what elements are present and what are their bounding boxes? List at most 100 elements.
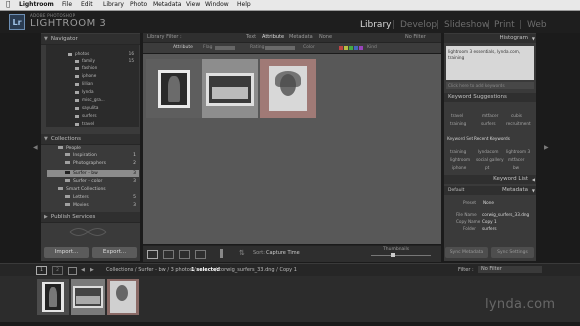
- folder-item[interactable]: lillian: [75, 80, 134, 87]
- folder-item[interactable]: iphone: [75, 72, 134, 79]
- right-panel-toggle-icon[interactable]: ▶: [544, 144, 549, 151]
- rating-stars[interactable]: [265, 46, 295, 50]
- module-web[interactable]: Web: [527, 20, 547, 30]
- sync-metadata-button[interactable]: Sync Metadata: [445, 247, 488, 258]
- apple-menu-icon[interactable]: : [6, 0, 10, 8]
- forward-arrow-icon[interactable]: ▶: [90, 264, 94, 276]
- filter-tab-none[interactable]: None: [319, 33, 332, 42]
- recent-keyword[interactable]: iphone: [452, 165, 466, 170]
- filter-tab-metadata[interactable]: Metadata: [289, 33, 313, 42]
- meta-value[interactable]: Copy 1: [482, 219, 497, 224]
- filmstrip-thumb[interactable]: [71, 279, 105, 315]
- folder-item[interactable]: photos 16: [68, 50, 134, 57]
- keyword-suggestion[interactable]: cubis: [511, 113, 522, 118]
- keyword-set-select[interactable]: Recent Keywords: [474, 136, 510, 141]
- loupe-view-icon[interactable]: [163, 250, 174, 259]
- module-develop[interactable]: Develop: [400, 20, 437, 30]
- main-window-button[interactable]: 1: [36, 266, 47, 275]
- folder-item[interactable]: surfers: [75, 112, 134, 119]
- folder-item[interactable]: sayulita: [75, 104, 134, 111]
- slider-thumb[interactable]: [391, 253, 395, 257]
- recent-keyword[interactable]: training: [450, 149, 466, 154]
- filter-tab-attribute[interactable]: Attribute: [262, 33, 284, 42]
- filmstrip-thumb[interactable]: [37, 279, 69, 315]
- export-button[interactable]: Export...: [92, 247, 137, 258]
- publish-services-header[interactable]: ▶ Publish Services: [41, 212, 140, 223]
- keyword-suggestion[interactable]: travel: [451, 113, 463, 118]
- collection-item[interactable]: Letters 5: [65, 194, 136, 201]
- collection-item[interactable]: Movies 3: [65, 202, 136, 209]
- color-label-yellow[interactable]: [344, 46, 348, 50]
- photo-thumbnail[interactable]: [158, 70, 190, 108]
- folder-item[interactable]: misc_gra...: [75, 96, 134, 103]
- filmstrip-thumb-selected[interactable]: [107, 279, 139, 315]
- recent-keyword[interactable]: lyndacom: [478, 149, 498, 154]
- menu-help[interactable]: Help: [237, 1, 251, 8]
- meta-value[interactable]: corwig_surfers_33.dng: [482, 212, 529, 217]
- keyword-suggestions-header[interactable]: Keyword Suggestions: [444, 93, 536, 102]
- recent-keyword[interactable]: lightroom: [450, 157, 470, 162]
- collection-item[interactable]: Inspiration 1: [65, 152, 136, 159]
- histogram-header[interactable]: Histogram ▼: [444, 34, 536, 43]
- grid-cell[interactable]: [146, 59, 202, 118]
- grid-view-icon[interactable]: [68, 267, 77, 275]
- collection-item[interactable]: Surfer - color 3: [65, 178, 136, 185]
- compare-view-icon[interactable]: [179, 250, 190, 259]
- flag-icons[interactable]: [215, 46, 235, 50]
- keyword-suggestion[interactable]: mtfacer: [482, 113, 498, 118]
- color-label-red[interactable]: [339, 46, 343, 50]
- back-arrow-icon[interactable]: ◀: [81, 264, 85, 276]
- photo-thumbnail[interactable]: [206, 73, 254, 106]
- collection-item[interactable]: Photographers 2: [65, 160, 136, 167]
- color-label-purple[interactable]: [359, 46, 363, 50]
- menu-library[interactable]: Library: [103, 1, 124, 8]
- metadata-preset-default[interactable]: Default: [448, 186, 464, 195]
- menu-lightroom[interactable]: Lightroom: [19, 1, 54, 8]
- recent-keyword[interactable]: lightroom 3: [506, 149, 530, 154]
- import-button[interactable]: Import...: [44, 247, 89, 258]
- sync-settings-button[interactable]: Sync Settings: [491, 247, 534, 258]
- left-panel-toggle-icon[interactable]: ◀: [33, 144, 38, 151]
- color-label-blue[interactable]: [354, 46, 358, 50]
- folder-item[interactable]: fashion: [75, 64, 134, 71]
- filter-preset-select[interactable]: No Filter: [405, 33, 426, 42]
- keyword-suggestion[interactable]: training: [450, 121, 466, 126]
- keyword-suggestion[interactable]: recruitment: [506, 121, 531, 126]
- thumbnail-size-slider[interactable]: [371, 255, 431, 256]
- photo-thumbnail[interactable]: [269, 66, 307, 111]
- color-label-green[interactable]: [349, 46, 353, 50]
- sort-direction-icon[interactable]: ⇅: [239, 249, 245, 257]
- keyword-suggestion[interactable]: surfers: [481, 121, 496, 126]
- module-print[interactable]: Print: [494, 20, 515, 30]
- menu-file[interactable]: File: [62, 1, 72, 8]
- menu-metadata[interactable]: Metadata: [153, 1, 181, 8]
- menu-photo[interactable]: Photo: [130, 1, 147, 8]
- survey-view-icon[interactable]: [195, 250, 206, 259]
- module-library[interactable]: Library: [360, 20, 391, 30]
- recent-keyword[interactable]: bw: [513, 165, 519, 170]
- collections-header[interactable]: ▼ Collections: [41, 134, 140, 145]
- sort-select[interactable]: Capture Time: [266, 250, 300, 256]
- recent-keyword[interactable]: pt: [485, 165, 489, 170]
- secondary-window-button[interactable]: 2: [52, 266, 63, 275]
- folder-item[interactable]: family 15: [75, 57, 134, 64]
- filmstrip-filter-select[interactable]: No Filter: [478, 266, 542, 273]
- collection-item[interactable]: Smart Collections: [58, 186, 136, 193]
- folder-item[interactable]: travel: [75, 120, 134, 127]
- filmstrip-path[interactable]: Collections / Surfer - bw / 3 photos /: [106, 264, 196, 276]
- collection-item[interactable]: People: [58, 145, 136, 152]
- menu-view[interactable]: View: [186, 1, 200, 8]
- preset-select[interactable]: None: [483, 200, 494, 205]
- menu-window[interactable]: Window: [205, 1, 229, 8]
- filter-tab-text[interactable]: Text: [246, 33, 256, 42]
- keyword-list-header[interactable]: Keyword List ◀: [444, 175, 536, 184]
- navigator-header[interactable]: ▼ Navigator: [41, 34, 140, 45]
- metadata-header[interactable]: Default Metadata ▼: [444, 186, 536, 195]
- collection-item-selected[interactable]: Surfer - bw 3: [65, 170, 136, 177]
- spray-can-icon[interactable]: [220, 249, 223, 258]
- grid-cell[interactable]: [202, 59, 258, 118]
- menu-edit[interactable]: Edit: [81, 1, 93, 8]
- grid-view-icon[interactable]: [147, 250, 158, 259]
- recent-keyword[interactable]: social gallery: [476, 157, 504, 162]
- module-slideshow[interactable]: Slideshow: [444, 20, 489, 30]
